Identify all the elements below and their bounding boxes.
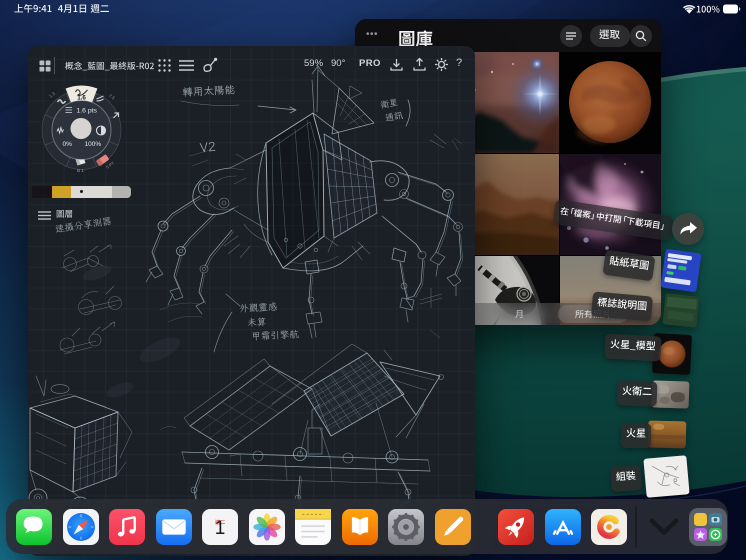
svg-text:B 1: B 1 [77,168,84,173]
svg-text:2.5: 2.5 [108,93,116,101]
svg-text:100%: 100% [85,141,102,148]
svg-text:0%: 0% [63,141,73,148]
svg-text:1.3: 1.3 [48,91,56,99]
svg-text:5 PT: 5 PT [105,160,115,169]
svg-text:1.6 pts: 1.6 pts [77,108,98,115]
